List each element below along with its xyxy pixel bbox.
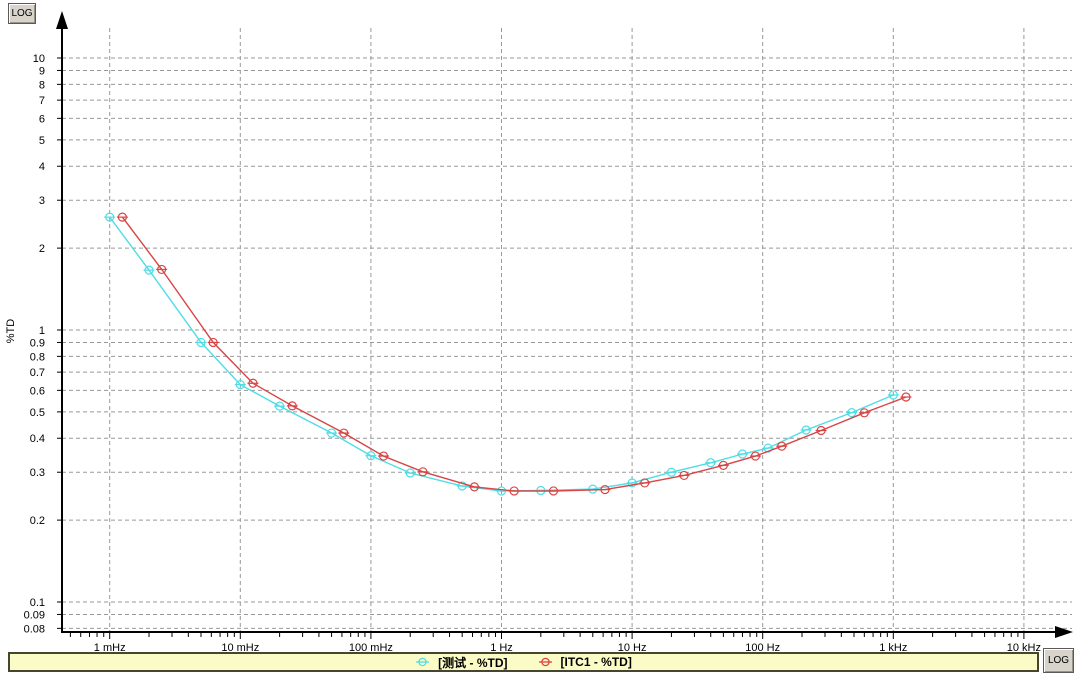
svg-text:7: 7 [39, 95, 45, 107]
svg-text:0.8: 0.8 [30, 351, 45, 363]
y-axis-label: %TD [5, 311, 17, 351]
tick-labels: 109876543210.90.80.70.60.50.40.30.20.10.… [24, 53, 1041, 654]
svg-text:0.3: 0.3 [30, 467, 45, 479]
gridlines [62, 28, 1072, 632]
svg-text:0.7: 0.7 [30, 367, 45, 379]
axes [56, 11, 1073, 638]
fds-plot-screen: 109876543210.90.80.70.60.50.40.30.20.10.… [0, 0, 1078, 676]
series-itc1 [117, 213, 912, 495]
svg-text:10: 10 [33, 53, 45, 65]
svg-text:0.08: 0.08 [24, 623, 45, 635]
y-axis-arrow-icon [56, 11, 68, 29]
legend-bar: [测试 - %TD] [ITC1 - %TD] [8, 652, 1039, 672]
x-axis-arrow-icon [1055, 626, 1073, 638]
legend-item-test-label: [测试 - %TD] [438, 654, 507, 671]
svg-text:2: 2 [39, 243, 45, 255]
svg-text:0.2: 0.2 [30, 515, 45, 527]
svg-text:0.6: 0.6 [30, 385, 45, 397]
log-scale-button-bottom[interactable]: LOG [1043, 648, 1074, 673]
svg-text:0.5: 0.5 [30, 407, 45, 419]
svg-text:0.1: 0.1 [30, 597, 45, 609]
svg-text:0.9: 0.9 [30, 337, 45, 349]
legend-item-itc1-label: [ITC1 - %TD] [561, 655, 632, 669]
itc1-series-marker-icon [538, 656, 553, 668]
svg-text:4: 4 [39, 161, 45, 173]
svg-text:1: 1 [39, 325, 45, 337]
legend-item-test: [测试 - %TD] [415, 654, 507, 671]
svg-text:8: 8 [39, 79, 45, 91]
legend-item-itc1: [ITC1 - %TD] [538, 655, 632, 669]
svg-text:9: 9 [39, 65, 45, 77]
svg-text:0.09: 0.09 [24, 609, 45, 621]
svg-text:0.4: 0.4 [30, 433, 45, 445]
svg-text:3: 3 [39, 195, 45, 207]
test-series-marker-icon [415, 656, 430, 668]
log-scale-button-top[interactable]: LOG [8, 3, 36, 24]
svg-text:5: 5 [39, 135, 45, 147]
axis-ticks [57, 58, 1024, 639]
svg-text:6: 6 [39, 113, 45, 125]
chart-canvas: 109876543210.90.80.70.60.50.40.30.20.10.… [0, 0, 1078, 676]
